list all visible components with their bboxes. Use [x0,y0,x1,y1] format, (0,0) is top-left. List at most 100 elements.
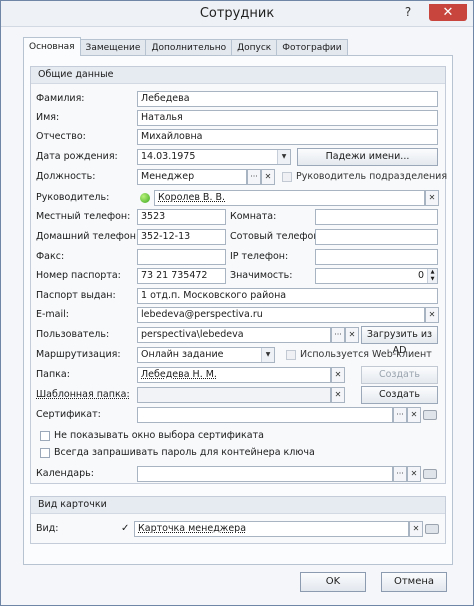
position-clear-icon[interactable]: ✕ [261,169,275,185]
name-field[interactable]: Наталья [137,110,438,126]
passport-issued-label: Паспорт выдан: [36,290,116,301]
head-of-dept-label: Руководитель подразделения [296,171,448,182]
local-phone-field[interactable]: 3523 [137,209,226,225]
mobile-label: Сотовый телефон: [230,231,323,242]
always-ask-password-label: Всегда запрашивать пароль для контейнера… [54,447,315,458]
head-of-dept-checkbox[interactable] [282,172,292,182]
birthdate-field[interactable]: 14.03.1975 ▼ [137,149,291,165]
fax-field[interactable] [137,249,226,265]
online-status-icon [140,193,150,203]
load-from-ad-button[interactable]: Загрузить из AD [361,326,438,356]
ip-phone-field[interactable] [315,249,438,265]
calendar-card-icon[interactable] [423,469,437,479]
title-bar: Сотрудник ? ✕ [1,1,473,27]
surname-field[interactable]: Лебедева [137,91,438,107]
no-cert-dialog-label: Не показывать окно выбора сертификата [54,430,264,441]
email-label: E-mail: [36,309,69,320]
spinner-arrows-icon[interactable]: ▲ ▼ [427,269,437,283]
name-label: Имя: [36,112,60,123]
tab-photos[interactable]: Фотографии [276,39,348,56]
room-field[interactable] [315,209,438,225]
home-phone-field[interactable]: 352-12-13 [137,229,226,245]
general-data-header: Общие данные [31,67,445,84]
home-phone-label: Домашний телефон: [36,231,140,242]
calendar-browse-icon[interactable]: ··· [393,466,407,482]
view-value: Карточка менеджера [138,523,247,534]
calendar-dropdown-icon[interactable]: ▼ [277,150,290,164]
certificate-label: Сертификат: [36,409,101,420]
view-clear-icon[interactable]: ✕ [409,521,423,537]
importance-value: 0 [417,270,424,281]
fax-label: Факс: [36,251,65,262]
user-field[interactable]: perspectiva\lebedeva [137,327,331,343]
user-label: Пользователь: [36,329,110,340]
manager-label: Руководитель: [36,192,110,203]
birthdate-value: 14.03.1975 [141,151,196,162]
chevron-down-icon[interactable]: ▼ [261,348,274,362]
user-clear-icon[interactable]: ✕ [345,327,359,343]
view-label: Вид: [36,523,59,534]
certificate-clear-icon[interactable]: ✕ [407,407,421,423]
routing-label: Маршрутизация: [36,349,121,360]
manager-value: Королев В. В. [158,192,226,203]
folder-clear-icon[interactable]: ✕ [331,367,345,383]
tab-strip: Основная Замещение Дополнительно Допуск … [23,37,348,56]
employee-dialog: Сотрудник ? ✕ Основная Замещение Дополни… [0,0,474,606]
patronymic-field[interactable]: Михайловна [137,129,438,145]
patronymic-label: Отчество: [36,131,86,142]
view-field[interactable]: Карточка менеджера [134,521,409,537]
template-folder-label: Шаблонная папка: [36,389,130,400]
passport-number-field[interactable]: 73 21 735472 [137,268,226,284]
importance-spinner[interactable]: 0 ▲ ▼ [315,268,438,284]
certificate-field[interactable] [137,407,393,423]
email-field[interactable]: lebedeva@perspectiva.ru [137,307,425,323]
calendar-field[interactable] [137,466,393,482]
view-check-icon: ✓ [121,523,130,534]
view-card-icon[interactable] [425,524,439,534]
calendar-label: Календарь: [36,468,94,479]
manager-clear-icon[interactable]: ✕ [425,190,439,206]
user-browse-icon[interactable]: ··· [331,327,345,343]
calendar-clear-icon[interactable]: ✕ [407,466,421,482]
room-label: Комната: [230,211,277,222]
web-client-checkbox[interactable] [286,350,296,360]
routing-select[interactable]: Онлайн задание ▼ [137,347,275,363]
cancel-button[interactable]: Отмена [381,572,447,592]
web-client-label: Используется Web-клиент [300,349,432,360]
create-folder-button[interactable]: Создать [361,366,438,384]
help-icon[interactable]: ? [397,4,419,21]
tab-substitution[interactable]: Замещение [79,39,147,56]
tab-main[interactable]: Основная [23,37,81,56]
template-folder-field[interactable] [137,387,331,403]
tab-additional[interactable]: Дополнительно [145,39,233,56]
position-field[interactable]: Менеджер [137,169,247,185]
manager-field[interactable]: Королев В. В. [154,190,425,206]
create-delegate-button[interactable]: Создать делегат [361,386,438,416]
card-view-header: Вид карточки [31,497,445,514]
passport-issued-field[interactable]: 1 отд.п. Московского района [137,288,438,304]
close-icon[interactable]: ✕ [429,4,467,21]
name-cases-button[interactable]: Падежи имени... [297,148,438,166]
certificate-card-icon[interactable] [423,410,437,420]
importance-label: Значимость: [230,270,293,281]
no-cert-dialog-checkbox[interactable] [40,431,50,441]
ok-button[interactable]: OK [300,572,366,592]
tab-panel: Общие данные Фамилия: Лебедева Имя: Ната… [23,55,453,565]
passport-number-label: Номер паспорта: [36,270,121,281]
folder-field[interactable]: Лебедева Н. М. [137,367,331,383]
local-phone-label: Местный телефон: [36,211,131,222]
folder-label: Папка: [36,369,70,380]
folder-value: Лебедева Н. М. [141,369,217,380]
birthdate-label: Дата рождения: [36,151,118,162]
position-label: Должность: [36,171,96,182]
email-clear-icon[interactable]: ✕ [425,307,439,323]
position-browse-icon[interactable]: ··· [247,169,261,185]
ip-phone-label: IP телефон: [230,251,289,262]
mobile-field[interactable] [315,229,438,245]
certificate-browse-icon[interactable]: ··· [393,407,407,423]
surname-label: Фамилия: [36,93,85,104]
template-folder-clear-icon[interactable]: ✕ [331,387,345,403]
always-ask-password-checkbox[interactable] [40,448,50,458]
tab-access[interactable]: Допуск [231,39,278,56]
routing-value: Онлайн задание [141,349,224,360]
